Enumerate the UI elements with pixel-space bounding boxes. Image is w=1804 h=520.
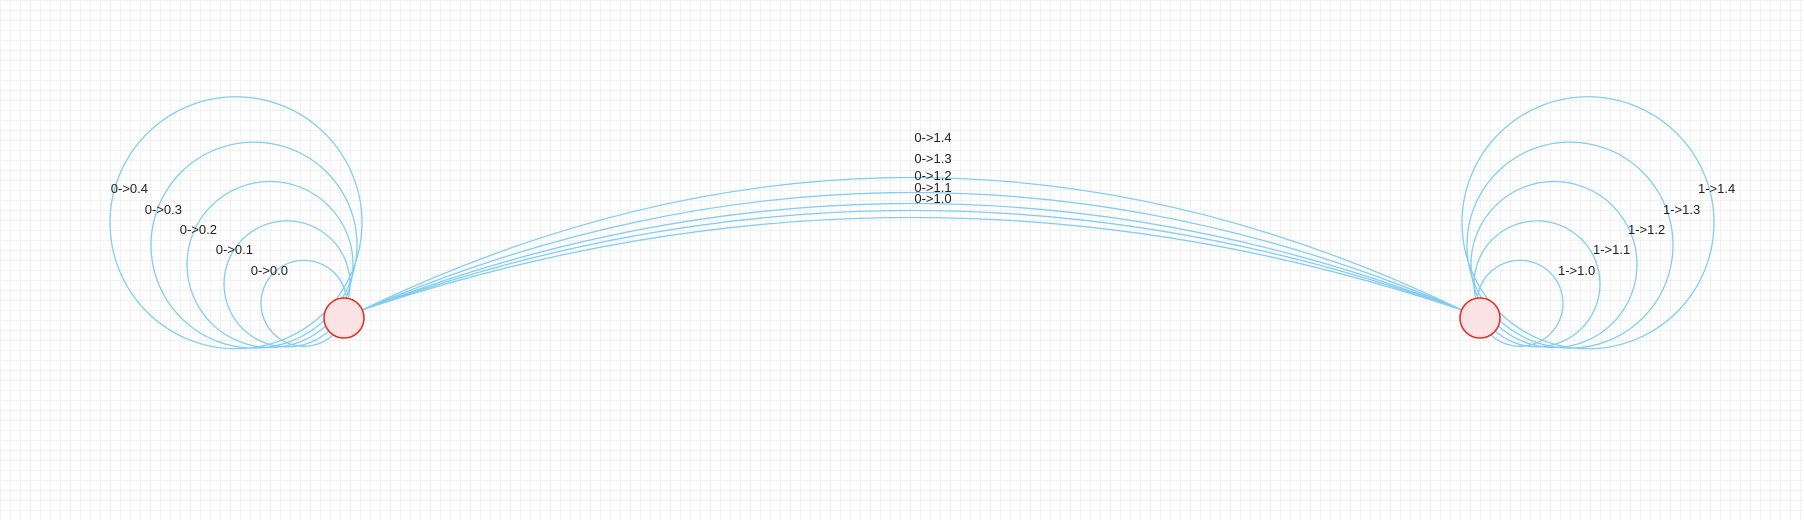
- transition-edge: [361, 176, 1463, 311]
- edge-label: 0->1.2: [914, 168, 951, 183]
- edge-label: 0->0.1: [216, 242, 253, 257]
- edge-label: 0->0.0: [251, 263, 288, 278]
- edge-labels-layer: 0->0.0 0->0.1 0->0.2 0->0.3 0->0.4 1->1.0 1->1…: [111, 130, 1735, 278]
- graph-canvas: 0->0.0 0->0.1 0->0.2 0->0.3 0->0.4 1->1.0 1->1…: [109, 96, 1735, 350]
- self-loop-edge: [109, 96, 363, 350]
- state-node-0[interactable]: [323, 297, 365, 339]
- edge-label: 0->0.2: [180, 222, 217, 237]
- edge-label: 0->0.3: [145, 202, 182, 217]
- edge-label: 0->1.3: [914, 151, 951, 166]
- edge-label: 1->1.2: [1628, 222, 1665, 237]
- transition-edge: [361, 202, 1463, 311]
- edge-label: 1->1.3: [1663, 202, 1700, 217]
- edge-label: 0->1.4: [914, 130, 951, 145]
- transition-edge: [361, 216, 1463, 311]
- edge-label: 0->0.4: [111, 181, 148, 196]
- self-loop-edge: [1461, 96, 1715, 350]
- edge-label: 1->1.0: [1558, 263, 1595, 278]
- edge-label: 1->1.1: [1593, 242, 1630, 257]
- edge-label: 1->1.4: [1698, 181, 1735, 196]
- transition-edge: [361, 209, 1463, 311]
- state-node-1[interactable]: [1459, 297, 1501, 339]
- nodes-layer: [323, 297, 1501, 339]
